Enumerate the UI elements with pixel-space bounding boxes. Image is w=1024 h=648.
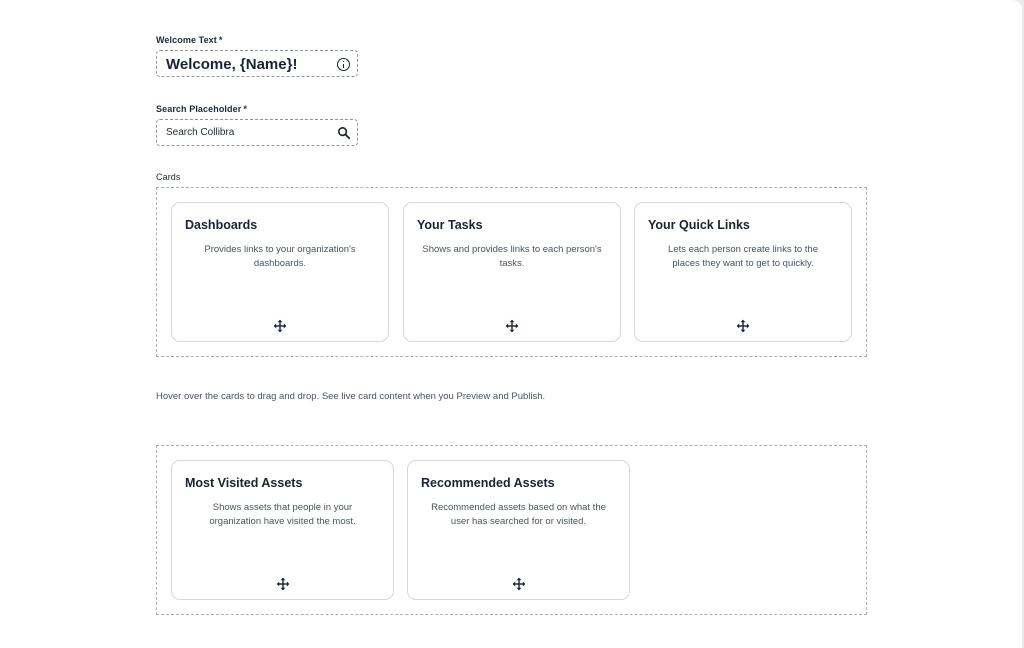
search-placeholder-input[interactable]: Search Collibra xyxy=(156,119,358,146)
welcome-text-value: Welcome, {Name}! xyxy=(166,56,298,73)
welcome-text-label-text: Welcome Text xyxy=(156,35,217,45)
move-icon[interactable] xyxy=(512,577,526,591)
card-description: Shows assets that people in your organiz… xyxy=(209,502,356,527)
drag-drop-hint: Hover over the cards to drag and drop. S… xyxy=(156,391,546,402)
cards-section-label: Cards xyxy=(156,172,181,182)
card-dashboards[interactable]: Dashboards Provides links to your organi… xyxy=(171,202,389,342)
card-description: Recommended assets based on what the use… xyxy=(431,502,606,527)
card-your-quick-links[interactable]: Your Quick Links Lets each person create… xyxy=(634,202,852,342)
card-title: Dashboards xyxy=(185,218,258,232)
card-description: Provides links to your organization's da… xyxy=(204,244,356,269)
editor-panel: Welcome Text * Welcome, {Name}! Search Pl… xyxy=(0,0,1022,648)
card-title: Your Tasks xyxy=(417,218,483,232)
card-title: Recommended Assets xyxy=(421,476,555,490)
card-title: Your Quick Links xyxy=(648,218,750,232)
card-description: Lets each person create links to the pla… xyxy=(668,244,818,269)
card-description: Shows and provides links to each person'… xyxy=(422,244,602,269)
required-mark: * xyxy=(218,35,223,45)
move-icon[interactable] xyxy=(276,577,290,591)
move-icon[interactable] xyxy=(273,319,287,333)
search-placeholder-label-text: Search Placeholder xyxy=(156,104,242,114)
card-most-visited-assets[interactable]: Most Visited Assets Shows assets that pe… xyxy=(171,460,394,600)
card-title: Most Visited Assets xyxy=(185,476,303,490)
search-placeholder-value: Search Collibra xyxy=(166,127,235,138)
card-your-tasks[interactable]: Your Tasks Shows and provides links to e… xyxy=(403,202,621,342)
search-icon xyxy=(337,126,351,140)
required-mark: * xyxy=(243,104,247,114)
welcome-text-label: Welcome Text * xyxy=(156,35,223,45)
welcome-text-input[interactable]: Welcome, {Name}! xyxy=(156,50,358,77)
move-icon[interactable] xyxy=(505,319,519,333)
search-placeholder-label: Search Placeholder * xyxy=(156,104,247,114)
info-icon[interactable] xyxy=(337,58,350,71)
move-icon[interactable] xyxy=(736,319,750,333)
card-recommended-assets[interactable]: Recommended Assets Recommended assets ba… xyxy=(407,460,630,600)
cards-drop-zone-1[interactable]: Dashboards Provides links to your organi… xyxy=(156,187,867,357)
cards-drop-zone-2[interactable]: Most Visited Assets Shows assets that pe… xyxy=(156,445,867,615)
